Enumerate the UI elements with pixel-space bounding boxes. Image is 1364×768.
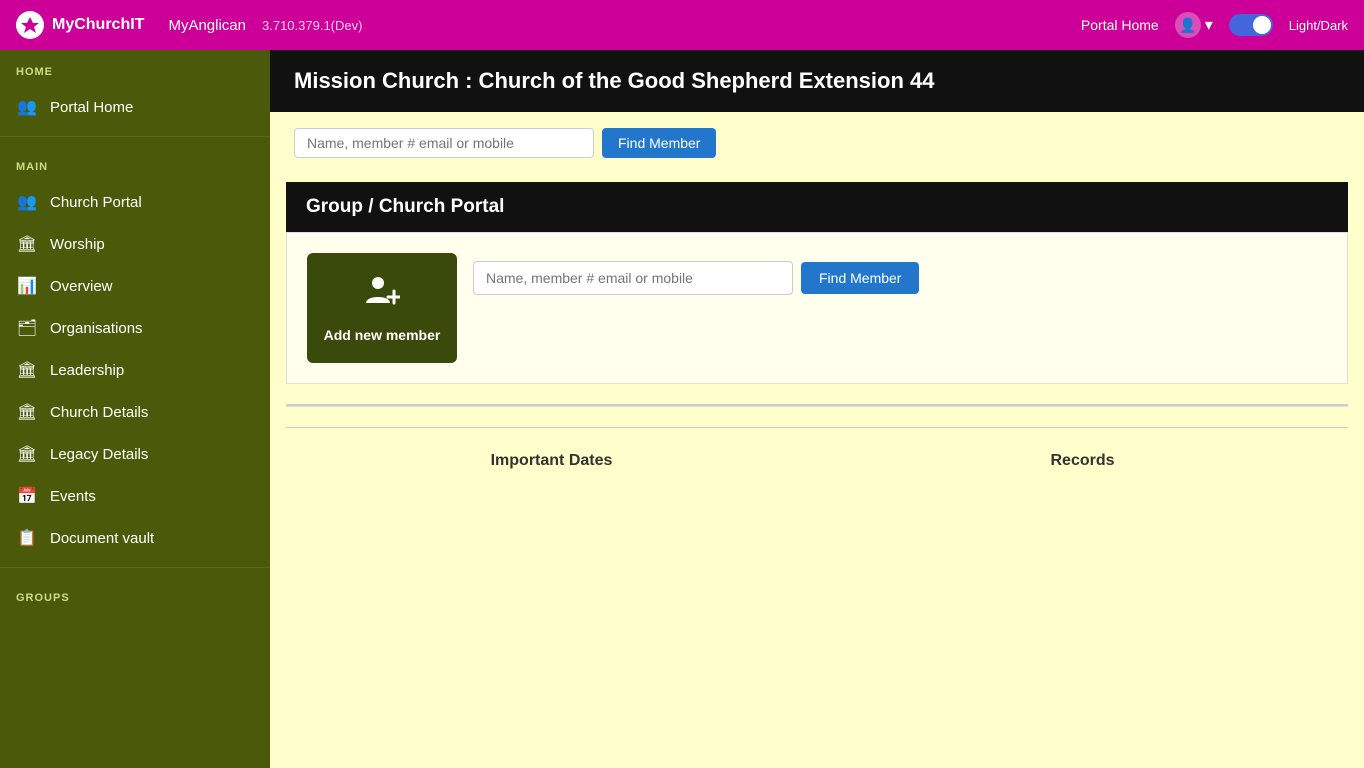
portal-search-input[interactable] xyxy=(473,261,793,295)
light-dark-toggle[interactable] xyxy=(1229,14,1273,36)
content-wrapper: Find Member Group / Church Portal xyxy=(270,128,1364,478)
navbar-sub-name: MyAnglican xyxy=(168,17,246,34)
sidebar-item-legacy-details[interactable]: 🏛 Legacy Details xyxy=(0,433,270,475)
sidebar-item-organisations[interactable]: 🗂 Organisations xyxy=(0,307,270,349)
add-new-member-card[interactable]: Add new member xyxy=(307,253,457,363)
sidebar-item-organisations-label: Organisations xyxy=(50,320,143,337)
organisations-icon: 🗂 xyxy=(16,317,38,339)
sidebar-item-document-vault[interactable]: 📋 Document vault xyxy=(0,517,270,559)
sidebar-item-portal-home-label: Portal Home xyxy=(50,99,133,116)
worship-icon: 🏛 xyxy=(16,233,38,255)
sidebar-item-overview[interactable]: 📊 Overview xyxy=(0,265,270,307)
bottom-row: Important Dates Records xyxy=(286,427,1348,478)
sidebar-item-worship[interactable]: 🏛 Worship xyxy=(0,223,270,265)
document-vault-icon: 📋 xyxy=(16,527,38,549)
sidebar-item-events-label: Events xyxy=(50,488,96,505)
sidebar-item-events[interactable]: 📅 Events xyxy=(0,475,270,517)
top-search-bar: Find Member xyxy=(286,128,1348,158)
sidebar-item-worship-label: Worship xyxy=(50,236,105,253)
group-church-portal-section: Group / Church Portal xyxy=(286,182,1348,384)
sidebar: HOME 👥 Portal Home MAIN 👥 Church Portal … xyxy=(0,50,270,768)
sidebar-item-church-portal-label: Church Portal xyxy=(50,194,142,211)
portal-home-icon: 👥 xyxy=(16,96,38,118)
sidebar-item-leadership[interactable]: 🏛 Leadership xyxy=(0,349,270,391)
sidebar-item-portal-home[interactable]: 👥 Portal Home xyxy=(0,86,270,128)
add-member-icon xyxy=(364,273,400,317)
add-member-label: Add new member xyxy=(324,327,441,343)
content-area: Mission Church : Church of the Good Shep… xyxy=(270,50,1364,768)
overview-icon: 📊 xyxy=(16,275,38,297)
toggle-knob xyxy=(1253,16,1271,34)
records-col: Records xyxy=(817,444,1348,478)
portal-search-row: Find Member xyxy=(473,253,919,295)
group-portal-header: Group / Church Portal xyxy=(286,182,1348,232)
legacy-details-icon: 🏛 xyxy=(16,443,38,465)
user-menu[interactable]: 👤 ▾ xyxy=(1175,12,1213,38)
sidebar-item-overview-label: Overview xyxy=(50,278,113,295)
church-portal-icon: 👥 xyxy=(16,191,38,213)
top-search-input[interactable] xyxy=(294,128,594,158)
important-dates-title: Important Dates xyxy=(286,444,817,478)
portal-row: Add new member Find Member xyxy=(307,253,1327,363)
sidebar-section-groups: GROUPS xyxy=(0,576,270,612)
events-icon: 📅 xyxy=(16,485,38,507)
page-title: Mission Church : Church of the Good Shep… xyxy=(270,50,1364,112)
navbar: MyChurchIT MyAnglican 3.710.379.1(Dev) P… xyxy=(0,0,1364,50)
church-details-icon: 🏛 xyxy=(16,401,38,423)
sidebar-item-legacy-details-label: Legacy Details xyxy=(50,446,148,463)
user-chevron-icon: ▾ xyxy=(1205,15,1213,35)
navbar-brand: MyChurchIT xyxy=(16,11,144,39)
bottom-divider-2 xyxy=(286,406,1348,407)
portal-home-link[interactable]: Portal Home xyxy=(1081,17,1159,33)
group-portal-body: Add new member Find Member xyxy=(286,232,1348,384)
main-layout: HOME 👥 Portal Home MAIN 👥 Church Portal … xyxy=(0,50,1364,768)
records-title: Records xyxy=(817,444,1348,478)
sidebar-item-church-details[interactable]: 🏛 Church Details xyxy=(0,391,270,433)
portal-find-member-button[interactable]: Find Member xyxy=(801,262,919,294)
sidebar-item-church-portal[interactable]: 👥 Church Portal xyxy=(0,181,270,223)
app-name: MyChurchIT xyxy=(52,16,144,34)
sidebar-divider-1 xyxy=(0,136,270,137)
sidebar-item-document-vault-label: Document vault xyxy=(50,530,154,547)
important-dates-col: Important Dates xyxy=(286,444,817,478)
leadership-icon: 🏛 xyxy=(16,359,38,381)
sidebar-section-main: MAIN xyxy=(0,145,270,181)
top-find-member-button[interactable]: Find Member xyxy=(602,128,716,158)
sidebar-item-church-details-label: Church Details xyxy=(50,404,148,421)
light-dark-label: Light/Dark xyxy=(1289,18,1348,33)
app-logo xyxy=(16,11,44,39)
navbar-version: 3.710.379.1(Dev) xyxy=(262,18,362,33)
sidebar-item-leadership-label: Leadership xyxy=(50,362,124,379)
navbar-right: Portal Home 👤 ▾ Light/Dark xyxy=(1081,12,1348,38)
user-avatar-icon: 👤 xyxy=(1175,12,1201,38)
sidebar-divider-2 xyxy=(0,567,270,568)
sidebar-section-home: HOME xyxy=(0,50,270,86)
